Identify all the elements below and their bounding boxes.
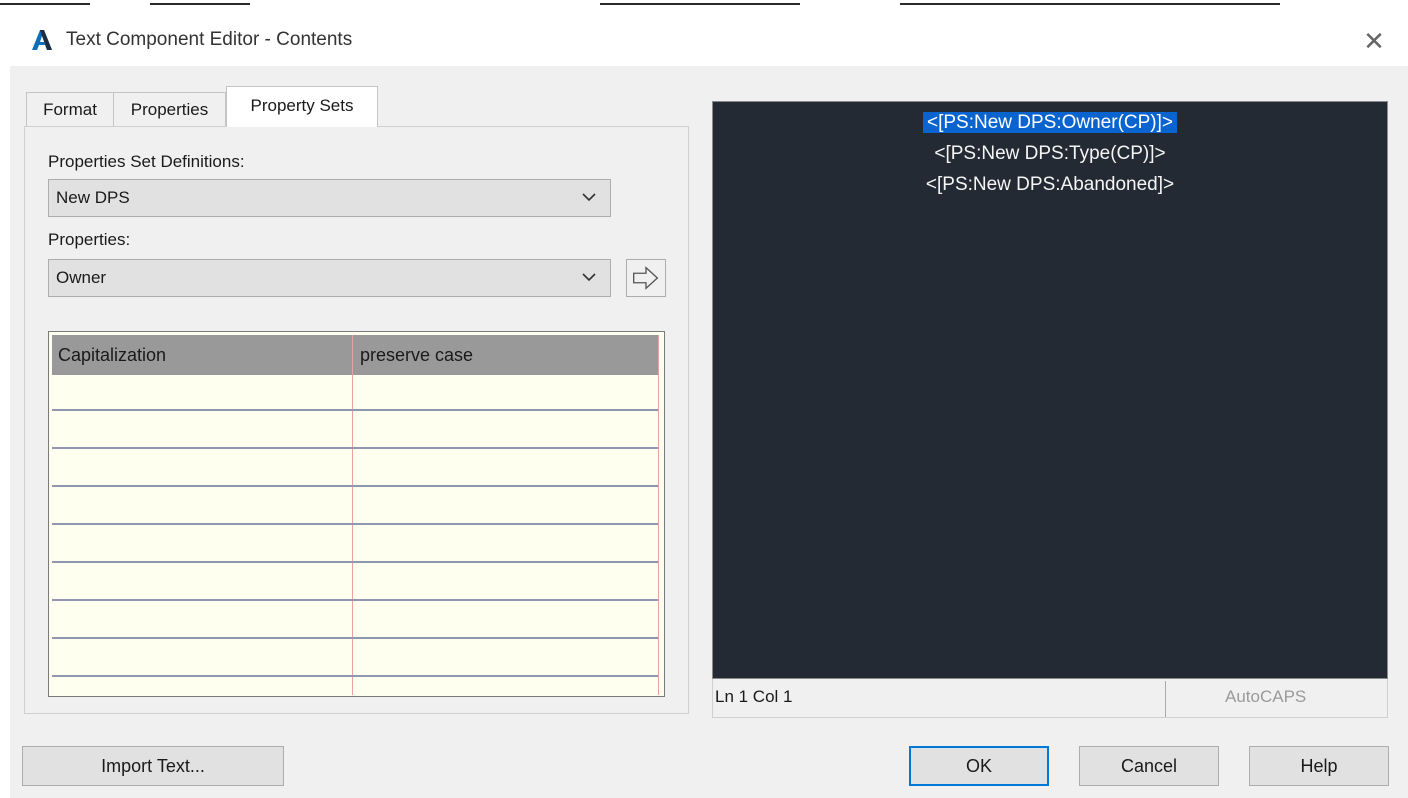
selected-text[interactable]: <[PS:New DPS:Owner(CP)]> [922,112,1178,133]
grid-header-value: preserve case [360,345,474,365]
chevron-down-icon [582,193,596,202]
status-divider [1165,681,1166,717]
strip-mark [0,3,90,5]
cursor-position: Ln 1 Col 1 [715,687,793,706]
arrow-right-icon [633,266,659,290]
tab-properties[interactable]: Properties [113,92,226,126]
grid-header: Capitalization preserve case [52,335,658,375]
import-text-button[interactable]: Import Text... [22,746,284,786]
table-row [52,523,658,525]
table-row [52,675,658,677]
tab-format[interactable]: Format [26,92,114,126]
strip-mark [900,3,1280,5]
grid-header-capitalization: Capitalization [58,345,167,365]
table-row [52,561,658,563]
definitions-value: New DPS [56,188,130,207]
editor-line-1[interactable]: <[PS:New DPS:Owner(CP)]> [713,112,1387,134]
ok-button[interactable]: OK [909,746,1049,786]
strip-mark [150,3,250,5]
table-row [52,409,658,411]
insert-property-button[interactable] [626,259,666,297]
close-icon[interactable]: ✕ [1356,24,1392,60]
autodesk-a-icon [32,30,52,50]
properties-value: Owner [56,268,107,287]
tab-property-sets[interactable]: Property Sets [226,86,378,127]
table-row [52,599,658,601]
grid-column-divider [352,335,353,695]
grid-column-edge [658,335,659,695]
chevron-down-icon [582,273,596,282]
help-button[interactable]: Help [1249,746,1389,786]
table-row [52,485,658,487]
editor-status-bar: Ln 1 Col 1 AutoCAPS [712,679,1388,718]
window-title: Text Component Editor - Contents [66,29,353,50]
table-row [52,637,658,639]
autocaps-indicator: AutoCAPS [1225,687,1307,706]
cancel-button[interactable]: Cancel [1079,746,1219,786]
editor-line-2[interactable]: <[PS:New DPS:Type(CP)]> [713,143,1387,165]
property-format-grid[interactable]: Capitalization preserve case [48,331,665,697]
title-bar: Text Component Editor - Contents ✕ [0,6,1408,66]
contents-text-editor[interactable]: <[PS:New DPS:Owner(CP)]> <[PS:New DPS:Ty… [712,101,1388,679]
editor-line-3[interactable]: <[PS:New DPS:Abandoned]> [713,174,1387,196]
properties-label: Properties: [48,230,131,249]
definitions-label: Properties Set Definitions: [48,152,245,171]
table-row [52,447,658,449]
strip-mark [600,3,800,5]
properties-dropdown[interactable]: Owner [48,259,611,297]
definitions-dropdown[interactable]: New DPS [48,179,611,217]
